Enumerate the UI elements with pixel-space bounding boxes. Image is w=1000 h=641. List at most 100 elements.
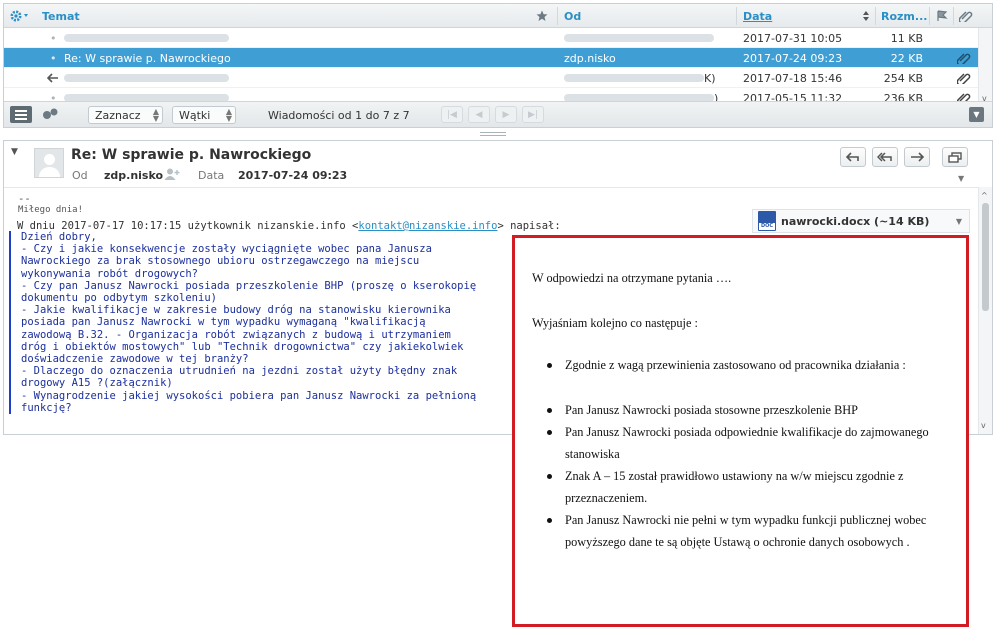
pane-splitter[interactable]: [480, 132, 506, 136]
list-options-button[interactable]: [9, 4, 31, 28]
add-contact-icon[interactable]: [164, 168, 180, 183]
message-header: ▼ Re: W sprawie p. Nawrockiego Od zdp.ni…: [4, 141, 992, 187]
preview-scrollbar-thumb[interactable]: [982, 203, 989, 311]
column-subject[interactable]: Temat: [42, 10, 80, 23]
new-window-icon: [948, 151, 962, 163]
column-size[interactable]: Rozm...: [881, 10, 927, 23]
paperclip-icon: [957, 48, 971, 68]
document-first-list: Zgodnie z wagą przewinienia zastosowano …: [547, 354, 937, 376]
document-list: Pan Janusz Nawrocki posiada stosowne prz…: [547, 399, 937, 553]
unread-dot-icon: •: [50, 31, 57, 45]
quote-line: dróg i obiektów mostowych" lub "Technik …: [21, 340, 464, 353]
collapse-header-icon[interactable]: ▼: [11, 147, 18, 157]
message-subject: Re: W sprawie p. Nawrockiego: [71, 147, 312, 163]
first-page-button[interactable]: |◀: [441, 106, 463, 123]
row-size: 254 KB: [883, 71, 923, 85]
quote-line: dokumentu po odbytym szkoleniu): [21, 292, 217, 305]
row-size: 22 KB: [890, 51, 923, 65]
quote-line: drogowy A15 ?(załącznik): [21, 377, 173, 390]
quote-line: posiada pan Janusz Nawrocki w tym wypadk…: [21, 316, 426, 329]
reply-all-icon: [877, 152, 892, 162]
quoted-message: Dzień dobry, - Czy i jakie konsekwencje z…: [9, 231, 519, 415]
threads-dropdown[interactable]: Wątki ▲ ▼: [172, 106, 236, 124]
document-bullet: Znak A – 15 został prawidłowo ustawiony …: [547, 465, 937, 509]
message-rows: • 2017-07-31 10:05 11 KB • Re: W sprawie…: [4, 28, 992, 108]
attachment-menu-icon[interactable]: ▼: [956, 217, 962, 226]
threads-view-icon[interactable]: [42, 108, 60, 123]
row-subject: Re: W sprawie p. Nawrockiego: [64, 51, 231, 65]
attachment-document-preview: W odpowiedzi na otrzymane pytania …. Wyj…: [512, 235, 969, 627]
redacted-sender: [564, 34, 714, 42]
document-bullet: Pan Janusz Nawrocki nie pełni w tym wypa…: [547, 509, 937, 553]
column-date[interactable]: Data: [743, 10, 772, 23]
sort-arrows-icon[interactable]: [862, 4, 870, 28]
open-in-window-button[interactable]: [942, 147, 968, 167]
attachment-item[interactable]: DOC nawrocki.docx (~14 KB) ▼: [752, 209, 970, 233]
threads-dropdown-label: Wątki: [179, 108, 211, 122]
row-sender: zdp.nisko: [564, 51, 616, 65]
quote-line: Nawrockiego za brak stosownego ubioru os…: [21, 255, 420, 268]
paperclip-icon: [957, 68, 971, 88]
last-page-button[interactable]: ▶|: [522, 106, 544, 123]
collapse-pane-button[interactable]: ▼: [969, 107, 984, 122]
signature-text: Miłego dnia!: [18, 205, 84, 215]
message-row[interactable]: • 2017-07-31 10:05 11 KB: [4, 28, 992, 48]
list-header: Temat Od Data Rozm...: [4, 4, 992, 28]
document-line-2: Wyjaśniam kolejno co następuje :: [532, 316, 698, 330]
attachment-column-icon[interactable]: [959, 4, 973, 28]
date-label: Data: [198, 169, 225, 182]
row-date: 2017-07-31 10:05: [743, 31, 843, 45]
signature-separator: --: [18, 193, 31, 205]
from-label: Od: [72, 169, 88, 182]
redacted-sender: [564, 74, 704, 82]
row-date: 2017-07-24 09:23: [743, 51, 843, 65]
document-bullet: Pan Janusz Nawrocki posiada odpowiednie …: [547, 421, 937, 465]
docx-file-icon: DOC: [758, 211, 776, 231]
reply-icon: [846, 152, 859, 162]
quote-line: - Dlaczego do oznaczenia utrudnień na je…: [21, 365, 458, 378]
quote-line: - Czy pan Janusz Nawrocki posiada przesz…: [21, 279, 477, 292]
row-date: 2017-07-18 15:46: [743, 71, 843, 85]
more-options-icon[interactable]: ▼: [958, 174, 964, 183]
quote-line: - Czy i jakie konsekwencje zostały wycią…: [21, 243, 432, 256]
row-sender-suffix: K): [704, 71, 716, 85]
redacted-subject: [64, 34, 229, 42]
read-dot-icon: •: [50, 51, 57, 65]
gear-icon: [10, 10, 28, 22]
quote-line: - Wynagrodzenie jakiej wysokości pobiera…: [21, 389, 477, 402]
replied-icon: [47, 68, 59, 88]
message-date: 2017-07-24 09:23: [238, 169, 348, 182]
reply-button[interactable]: [840, 147, 866, 167]
message-list-pane: Temat Od Data Rozm... • 2017-07-31 10:05…: [3, 3, 993, 128]
select-dropdown[interactable]: Zaznacz ▲ ▼: [88, 106, 163, 124]
sender-name[interactable]: zdp.nisko: [104, 169, 163, 182]
attachment-name: nawrocki.docx (~14 KB): [781, 214, 930, 228]
list-toolbar: Zaznacz ▲ ▼ Wątki ▲ ▼ Wiadomości od 1 do 7…: [4, 101, 992, 127]
quote-line: - Jakie kwalifikacje w zakresie budowy d…: [21, 304, 451, 317]
quote-line: doświadczenie zawodowe w tej branży?: [21, 353, 249, 366]
redacted-subject: [64, 74, 229, 82]
quote-line: funkcję?: [21, 401, 72, 414]
signature: -- Miłego dnia!: [18, 194, 83, 216]
next-page-button[interactable]: ▶: [495, 106, 517, 123]
document-bullet: Pan Janusz Nawrocki posiada stosowne prz…: [547, 399, 937, 421]
select-dropdown-label: Zaznacz: [95, 108, 141, 122]
message-row[interactable]: K) 2017-07-18 15:46 254 KB: [4, 68, 992, 88]
reply-all-button[interactable]: [872, 147, 898, 167]
row-size: 11 KB: [890, 31, 923, 45]
quote-line: Dzień dobry,: [21, 231, 97, 243]
message-count: Wiadomości od 1 do 7 z 7: [268, 109, 410, 122]
flag-icon[interactable]: [936, 4, 948, 28]
preview-scrollbar[interactable]: ^ v: [978, 187, 992, 434]
flag-column-icon[interactable]: [536, 4, 548, 28]
forward-button[interactable]: [904, 147, 930, 167]
quote-line: wykonywania robót drogowych?: [21, 267, 199, 280]
message-row-selected[interactable]: • Re: W sprawie p. Nawrockiego zdp.nisko…: [4, 48, 992, 68]
document-line-1: W odpowiedzi na otrzymane pytania ….: [532, 271, 732, 285]
prev-page-button[interactable]: ◀: [468, 106, 490, 123]
list-scrollbar[interactable]: v: [978, 28, 992, 103]
list-menu-icon[interactable]: [10, 106, 32, 123]
column-from[interactable]: Od: [564, 10, 581, 23]
avatar: [34, 148, 64, 178]
quote-line: zawodową B.32. - Organizacja robót związ…: [21, 328, 451, 341]
